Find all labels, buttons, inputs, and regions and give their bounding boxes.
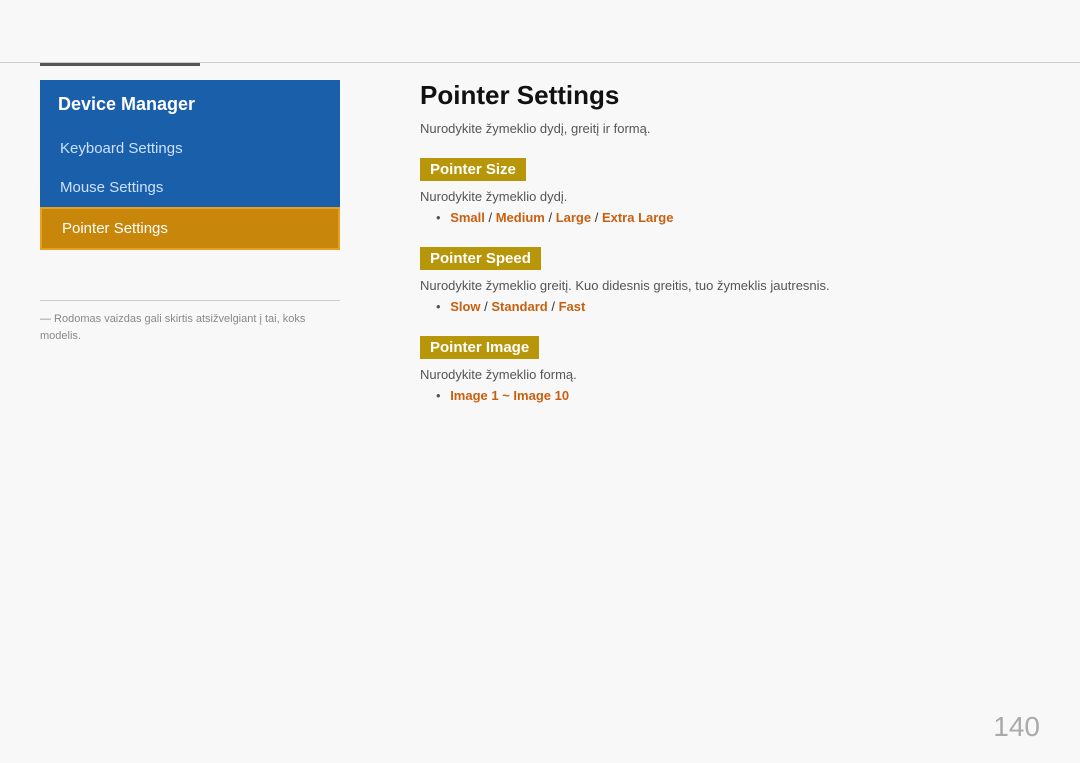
page-subtitle: Nurodykite žymeklio dydį, greitį ir form… (420, 121, 1040, 136)
size-small: Small (450, 210, 485, 225)
sidebar-item-pointer[interactable]: Pointer Settings (40, 207, 340, 250)
sidebar-item-mouse[interactable]: Mouse Settings (40, 168, 340, 207)
section-desc-image: Nurodykite žymeklio formą. (420, 367, 1040, 382)
sidebar-item-keyboard[interactable]: Keyboard Settings (40, 129, 340, 168)
size-extralarge: Extra Large (602, 210, 674, 225)
image-options-item: Image 1 ~ Image 10 (436, 388, 1040, 403)
section-heading-size: Pointer Size (420, 158, 526, 181)
speed-slow: Slow (450, 299, 480, 314)
main-content: Pointer Settings Nurodykite žymeklio dyd… (420, 80, 1040, 425)
speed-standard: Standard (491, 299, 547, 314)
size-medium: Medium (496, 210, 545, 225)
section-pointer-speed: Pointer Speed Nurodykite žymeklio greitį… (420, 247, 1040, 314)
speed-fast: Fast (559, 299, 586, 314)
sidebar-note: — Rodomas vaizdas gali skirtis atsižvelg… (40, 300, 340, 344)
section-options-size: Small / Medium / Large / Extra Large (420, 210, 1040, 225)
section-heading-speed: Pointer Speed (420, 247, 541, 270)
sidebar: Device Manager Keyboard Settings Mouse S… (40, 80, 340, 250)
section-options-speed: Slow / Standard / Fast (420, 299, 1040, 314)
section-pointer-size: Pointer Size Nurodykite žymeklio dydį. S… (420, 158, 1040, 225)
sidebar-header: Device Manager (40, 80, 340, 129)
section-heading-image: Pointer Image (420, 336, 539, 359)
section-desc-speed: Nurodykite žymeklio greitį. Kuo didesnis… (420, 278, 1040, 293)
page-number: 140 (993, 711, 1040, 743)
speed-options-item: Slow / Standard / Fast (436, 299, 1040, 314)
image-range: Image 1 ~ Image 10 (450, 388, 569, 403)
section-desc-size: Nurodykite žymeklio dydį. (420, 189, 1040, 204)
top-bar-line (0, 62, 1080, 63)
section-pointer-image: Pointer Image Nurodykite žymeklio formą.… (420, 336, 1040, 403)
size-options-item: Small / Medium / Large / Extra Large (436, 210, 1040, 225)
section-options-image: Image 1 ~ Image 10 (420, 388, 1040, 403)
size-large: Large (556, 210, 591, 225)
page-title: Pointer Settings (420, 80, 1040, 111)
